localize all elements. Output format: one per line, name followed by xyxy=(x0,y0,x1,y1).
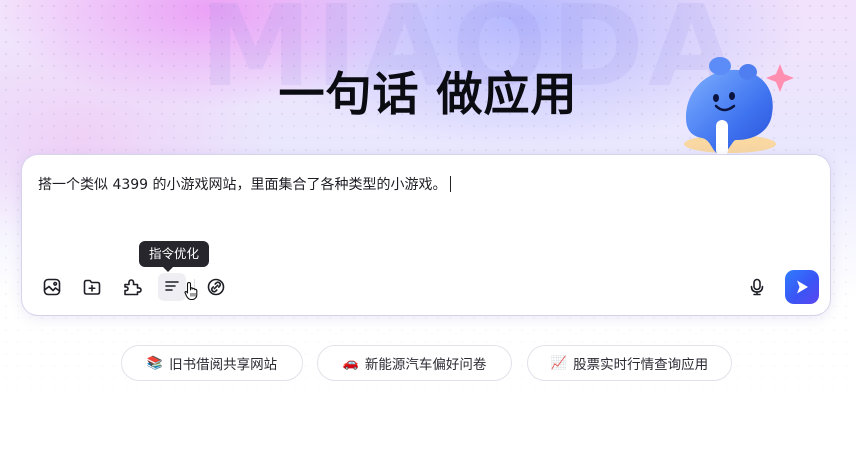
mascot-illustration xyxy=(684,57,794,156)
image-icon xyxy=(43,278,61,296)
suggestion-label: 新能源汽车偏好问卷 xyxy=(364,357,487,373)
suggestion-label: 旧书借阅共享网站 xyxy=(169,357,278,373)
upload-folder-button[interactable] xyxy=(78,273,106,301)
prompt-optimize-button[interactable] xyxy=(158,273,186,301)
folder-add-icon xyxy=(83,279,101,295)
prompt-input[interactable]: 搭一个类似 4399 的小游戏网站，里面集合了各种类型的小游戏。 xyxy=(38,174,798,194)
upload-image-button[interactable] xyxy=(38,273,66,301)
send-button[interactable] xyxy=(785,270,819,304)
text-caret xyxy=(449,176,451,192)
car-emoji-icon: 🚗 xyxy=(342,355,359,371)
suggestion-chip-ev-survey[interactable]: 🚗 新能源汽车偏好问卷 xyxy=(317,345,512,381)
suggestion-chip-book-sharing[interactable]: 📚 旧书借阅共享网站 xyxy=(121,345,303,381)
chart-up-emoji-icon: 📈 xyxy=(550,355,568,371)
microphone-icon xyxy=(750,278,764,296)
hand-cursor-icon xyxy=(184,281,198,301)
plugin-icon xyxy=(124,279,142,296)
suggestion-chips: 📚 旧书借阅共享网站 🚗 新能源汽车偏好问卷 📈 股票实时行情查询应用 xyxy=(0,345,856,381)
plugin-button[interactable] xyxy=(118,273,146,301)
prompt-text: 搭一个类似 4399 的小游戏网站，里面集合了各种类型的小游戏。 xyxy=(38,177,447,193)
suggestion-chip-stock-quotes[interactable]: 📈 股票实时行情查询应用 xyxy=(527,345,732,381)
prompt-composer: 搭一个类似 4399 的小游戏网站，里面集合了各种类型的小游戏。 指令优化 xyxy=(22,155,830,315)
link-icon xyxy=(207,278,225,296)
send-icon xyxy=(797,280,808,294)
voice-input-button[interactable] xyxy=(743,273,771,301)
books-emoji-icon: 📚 xyxy=(146,355,164,371)
tooltip-prompt-optimize: 指令优化 xyxy=(139,241,210,272)
link-button[interactable] xyxy=(202,273,230,301)
prompt-optimize-icon xyxy=(165,281,179,291)
suggestion-label: 股票实时行情查询应用 xyxy=(573,357,709,373)
